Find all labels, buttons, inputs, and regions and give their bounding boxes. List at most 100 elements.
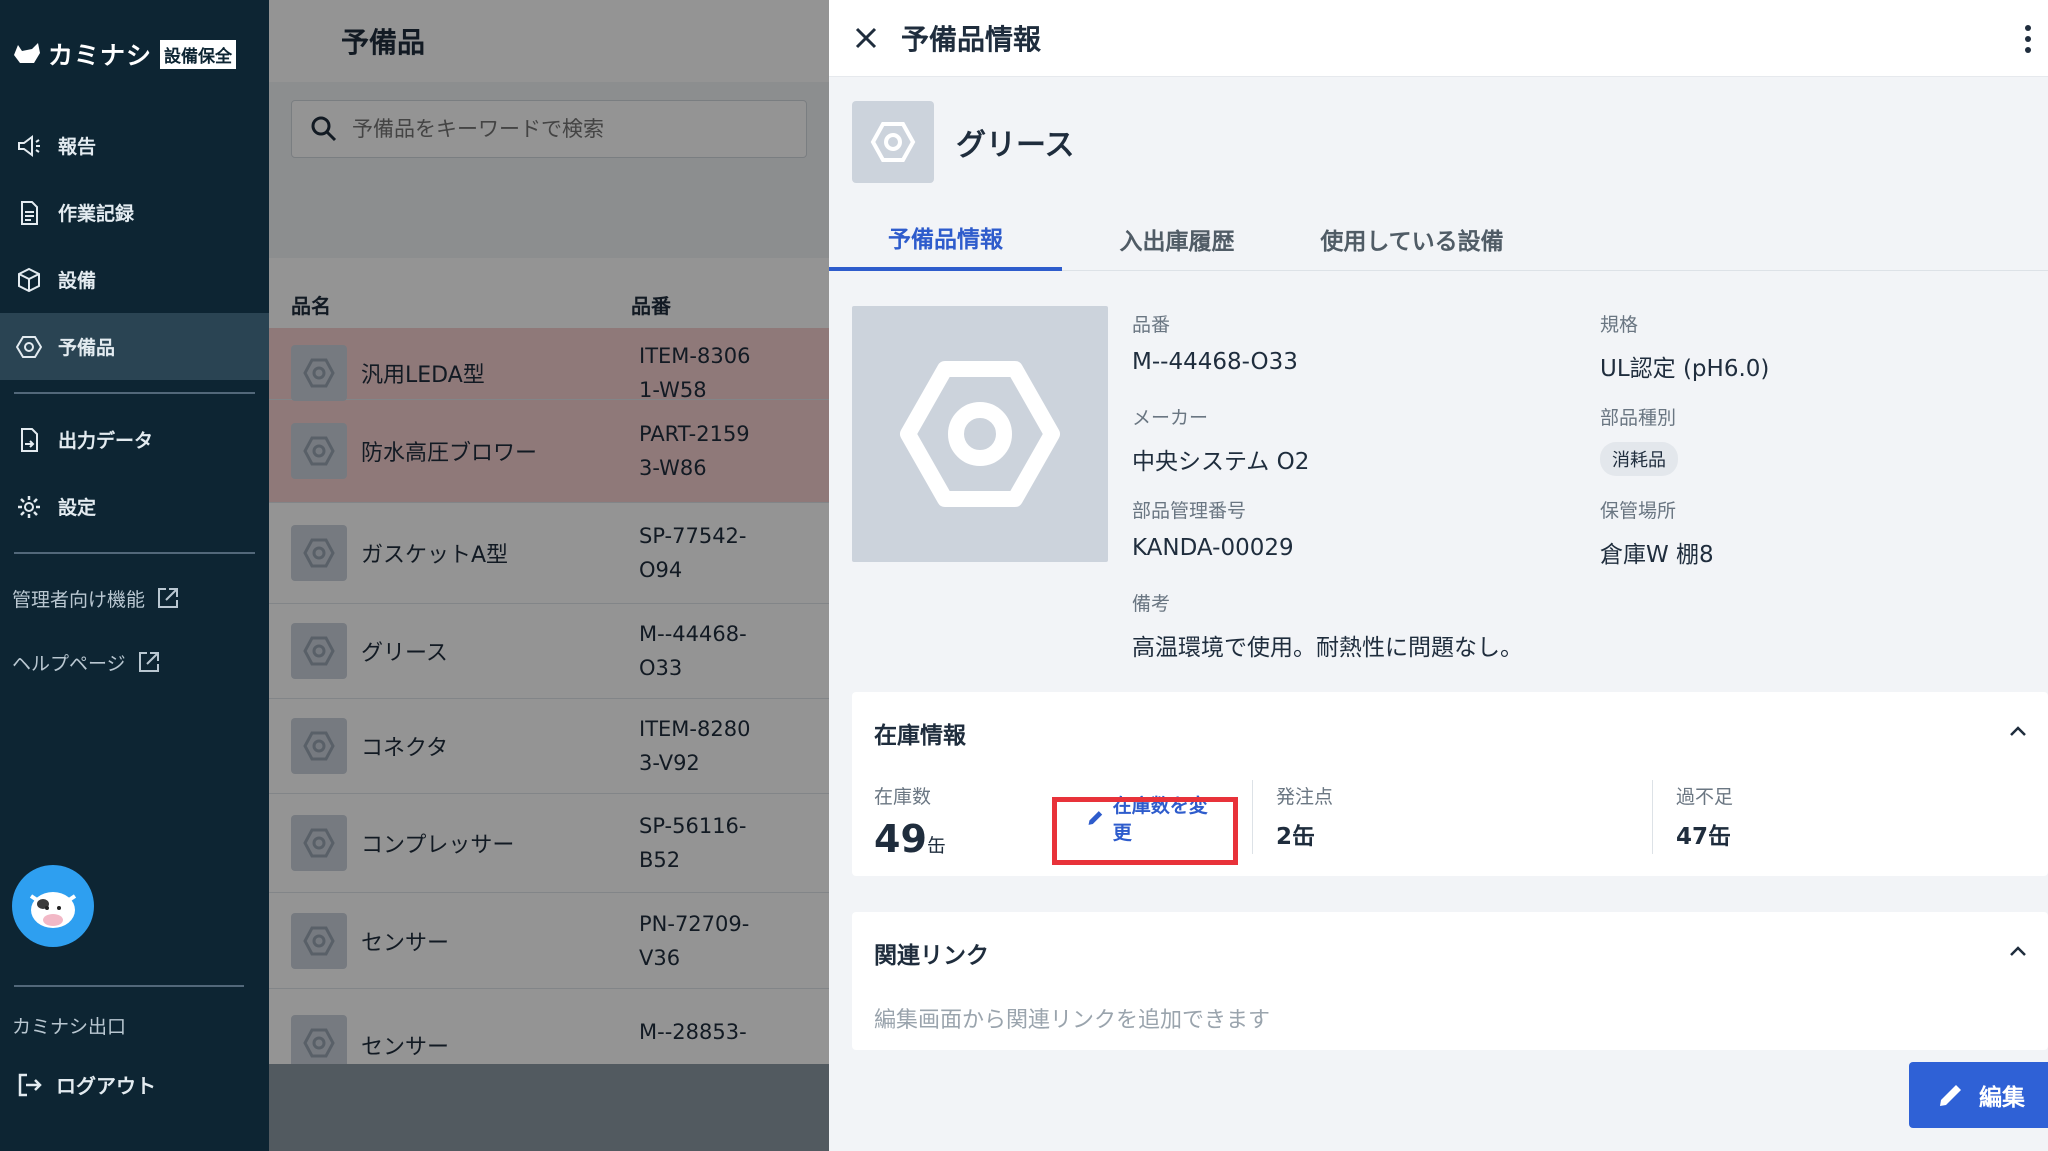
external-link-icon	[158, 588, 179, 608]
sidebar-item-label: 設定	[58, 497, 97, 519]
item-heading: グリース	[852, 101, 1075, 183]
stock-label: 発注点	[1276, 786, 1334, 808]
item-name: グリース	[956, 128, 1075, 163]
hex-nut-icon	[900, 361, 1060, 507]
cube-icon	[18, 267, 40, 292]
logo-badge: 設備保全	[160, 39, 237, 69]
field-label: 部品種別	[1600, 407, 1677, 429]
sidebar-nav: 報告 作業記録 設備 予備品 出力データ 設定 管理者向け機能 ヘルプページ	[0, 112, 269, 694]
logout-label: ログアウト	[56, 1074, 156, 1098]
pencil-icon	[1940, 1085, 1961, 1106]
field-value: M--44468-O33	[1132, 349, 1298, 375]
tab-spare-part-info[interactable]: 予備品情報	[829, 207, 1062, 271]
field-label: 規格	[1600, 314, 1639, 336]
hex-nut-icon	[16, 335, 42, 358]
sidebar-item-work-log[interactable]: 作業記録	[0, 179, 269, 246]
tab-used-equipment[interactable]: 使用している設備	[1292, 207, 1532, 271]
field-spec: 規格 UL認定 (pH6.0)	[1600, 310, 1769, 383]
chevron-up-icon[interactable]	[2006, 940, 2030, 964]
more-menu-button[interactable]	[2018, 22, 2038, 56]
highlight-box	[1052, 797, 1238, 865]
sidebar-item-export[interactable]: 出力データ	[0, 406, 269, 473]
field-note: 備考 高温環境で使用。耐熱性に問題なし。	[1132, 589, 1523, 662]
reorder-point: 発注点 2缶	[1276, 782, 1333, 851]
sidebar-item-label: 予備品	[58, 337, 116, 359]
chevron-up-icon[interactable]	[2006, 720, 2030, 744]
field-label: 備考	[1132, 593, 1171, 615]
edit-label: 編集	[1979, 1085, 2025, 1111]
modal-backdrop-bottom	[269, 1064, 829, 1151]
more-dot	[2025, 47, 2031, 54]
cow-logo-icon	[14, 43, 40, 63]
field-part-number: 品番 M--44468-O33	[1132, 310, 1298, 375]
sidebar-item-settings[interactable]: 設定	[0, 473, 269, 540]
edit-button[interactable]: 編集	[1909, 1062, 2048, 1128]
modal-backdrop[interactable]	[269, 0, 829, 1151]
stock-card-title: 在庫情報	[874, 723, 966, 749]
links-card-title: 関連リンク	[874, 943, 989, 969]
bottom-divider	[14, 985, 244, 987]
admin-link-label: 管理者向け機能	[12, 588, 146, 611]
gear-icon	[18, 495, 40, 518]
help-link[interactable]: ヘルプページ	[0, 630, 269, 694]
item-icon	[852, 101, 934, 183]
nav-divider	[14, 552, 255, 554]
field-label: 保管場所	[1600, 500, 1677, 522]
sidebar-item-report[interactable]: 報告	[0, 112, 269, 179]
sidebar-item-spare-parts[interactable]: 予備品	[0, 313, 269, 380]
tab-bar: 予備品情報 入出庫履歴 使用している設備	[829, 207, 2048, 271]
field-value: 高温環境で使用。耐熱性に問題なし。	[1132, 635, 1523, 661]
item-image	[852, 306, 1108, 562]
mascot-chat-button[interactable]	[12, 865, 94, 947]
nav-divider	[14, 392, 255, 394]
help-link-label: ヘルプページ	[12, 652, 126, 675]
detail-panel: 予備品情報 グリース 予備品情報 入出庫履歴 使用している設備 品番 M--44…	[829, 0, 2048, 1151]
close-icon	[855, 27, 877, 49]
field-label: メーカー	[1132, 407, 1209, 429]
divider	[1652, 780, 1653, 854]
stock-label: 在庫数	[874, 786, 932, 808]
more-dot	[2025, 24, 2031, 31]
field-management-number: 部品管理番号 KANDA-00029	[1132, 496, 1294, 561]
admin-link[interactable]: 管理者向け機能	[0, 566, 269, 630]
sidebar: カミナシ 設備保全 報告 作業記録 設備 予備品 出力データ 設定 管理者向け機…	[0, 0, 269, 1151]
related-links-card: 関連リンク 編集画面から関連リンクを追加できます	[852, 912, 2048, 1050]
logo-text: カミナシ	[48, 41, 153, 70]
megaphone-icon	[18, 134, 40, 157]
sidebar-item-label: 作業記録	[58, 203, 135, 225]
stock-quantity: 在庫数 49缶	[874, 782, 946, 861]
related-links-hint: 編集画面から関連リンクを追加できます	[874, 1008, 1271, 1033]
field-value: 倉庫W 棚8	[1600, 542, 1714, 568]
close-button[interactable]	[849, 21, 883, 55]
sidebar-item-label: 出力データ	[58, 430, 154, 452]
tenant-name: カミナシ出口	[12, 1016, 127, 1038]
field-category: 部品種別 消耗品	[1600, 403, 1678, 476]
stock-info-card: 在庫情報 在庫数 49缶 在庫数を変更 発注点 2缶 過不足 47缶	[852, 692, 2048, 876]
external-link-icon	[138, 652, 159, 672]
category-chip: 消耗品	[1600, 442, 1678, 476]
more-dot	[2025, 35, 2031, 42]
hex-nut-icon	[870, 122, 916, 162]
stock-unit: 缶	[926, 835, 946, 857]
field-location: 保管場所 倉庫W 棚8	[1600, 496, 1714, 569]
export-file-icon	[21, 427, 38, 452]
balance-value: 47缶	[1676, 824, 1732, 850]
document-icon	[21, 200, 38, 225]
stock-label: 過不足	[1676, 786, 1734, 808]
stock-quantity-value: 49	[874, 817, 927, 861]
panel-header: 予備品情報	[829, 0, 2048, 77]
cow-mascot-icon	[29, 892, 77, 928]
logout-icon	[18, 1073, 42, 1096]
logo[interactable]: カミナシ 設備保全	[12, 36, 237, 72]
sidebar-item-label: 報告	[58, 136, 97, 158]
sidebar-item-equipment[interactable]: 設備	[0, 246, 269, 313]
divider	[1252, 780, 1253, 854]
logout-button[interactable]: ログアウト	[16, 1070, 156, 1099]
field-maker: メーカー 中央システム O2	[1132, 403, 1309, 476]
tab-stock-history[interactable]: 入出庫履歴	[1062, 207, 1292, 271]
panel-title: 予備品情報	[901, 23, 1042, 56]
field-value: KANDA-00029	[1132, 535, 1294, 561]
reorder-value: 2缶	[1276, 824, 1316, 850]
field-label: 品番	[1132, 314, 1171, 336]
field-value: 中央システム O2	[1132, 449, 1310, 475]
